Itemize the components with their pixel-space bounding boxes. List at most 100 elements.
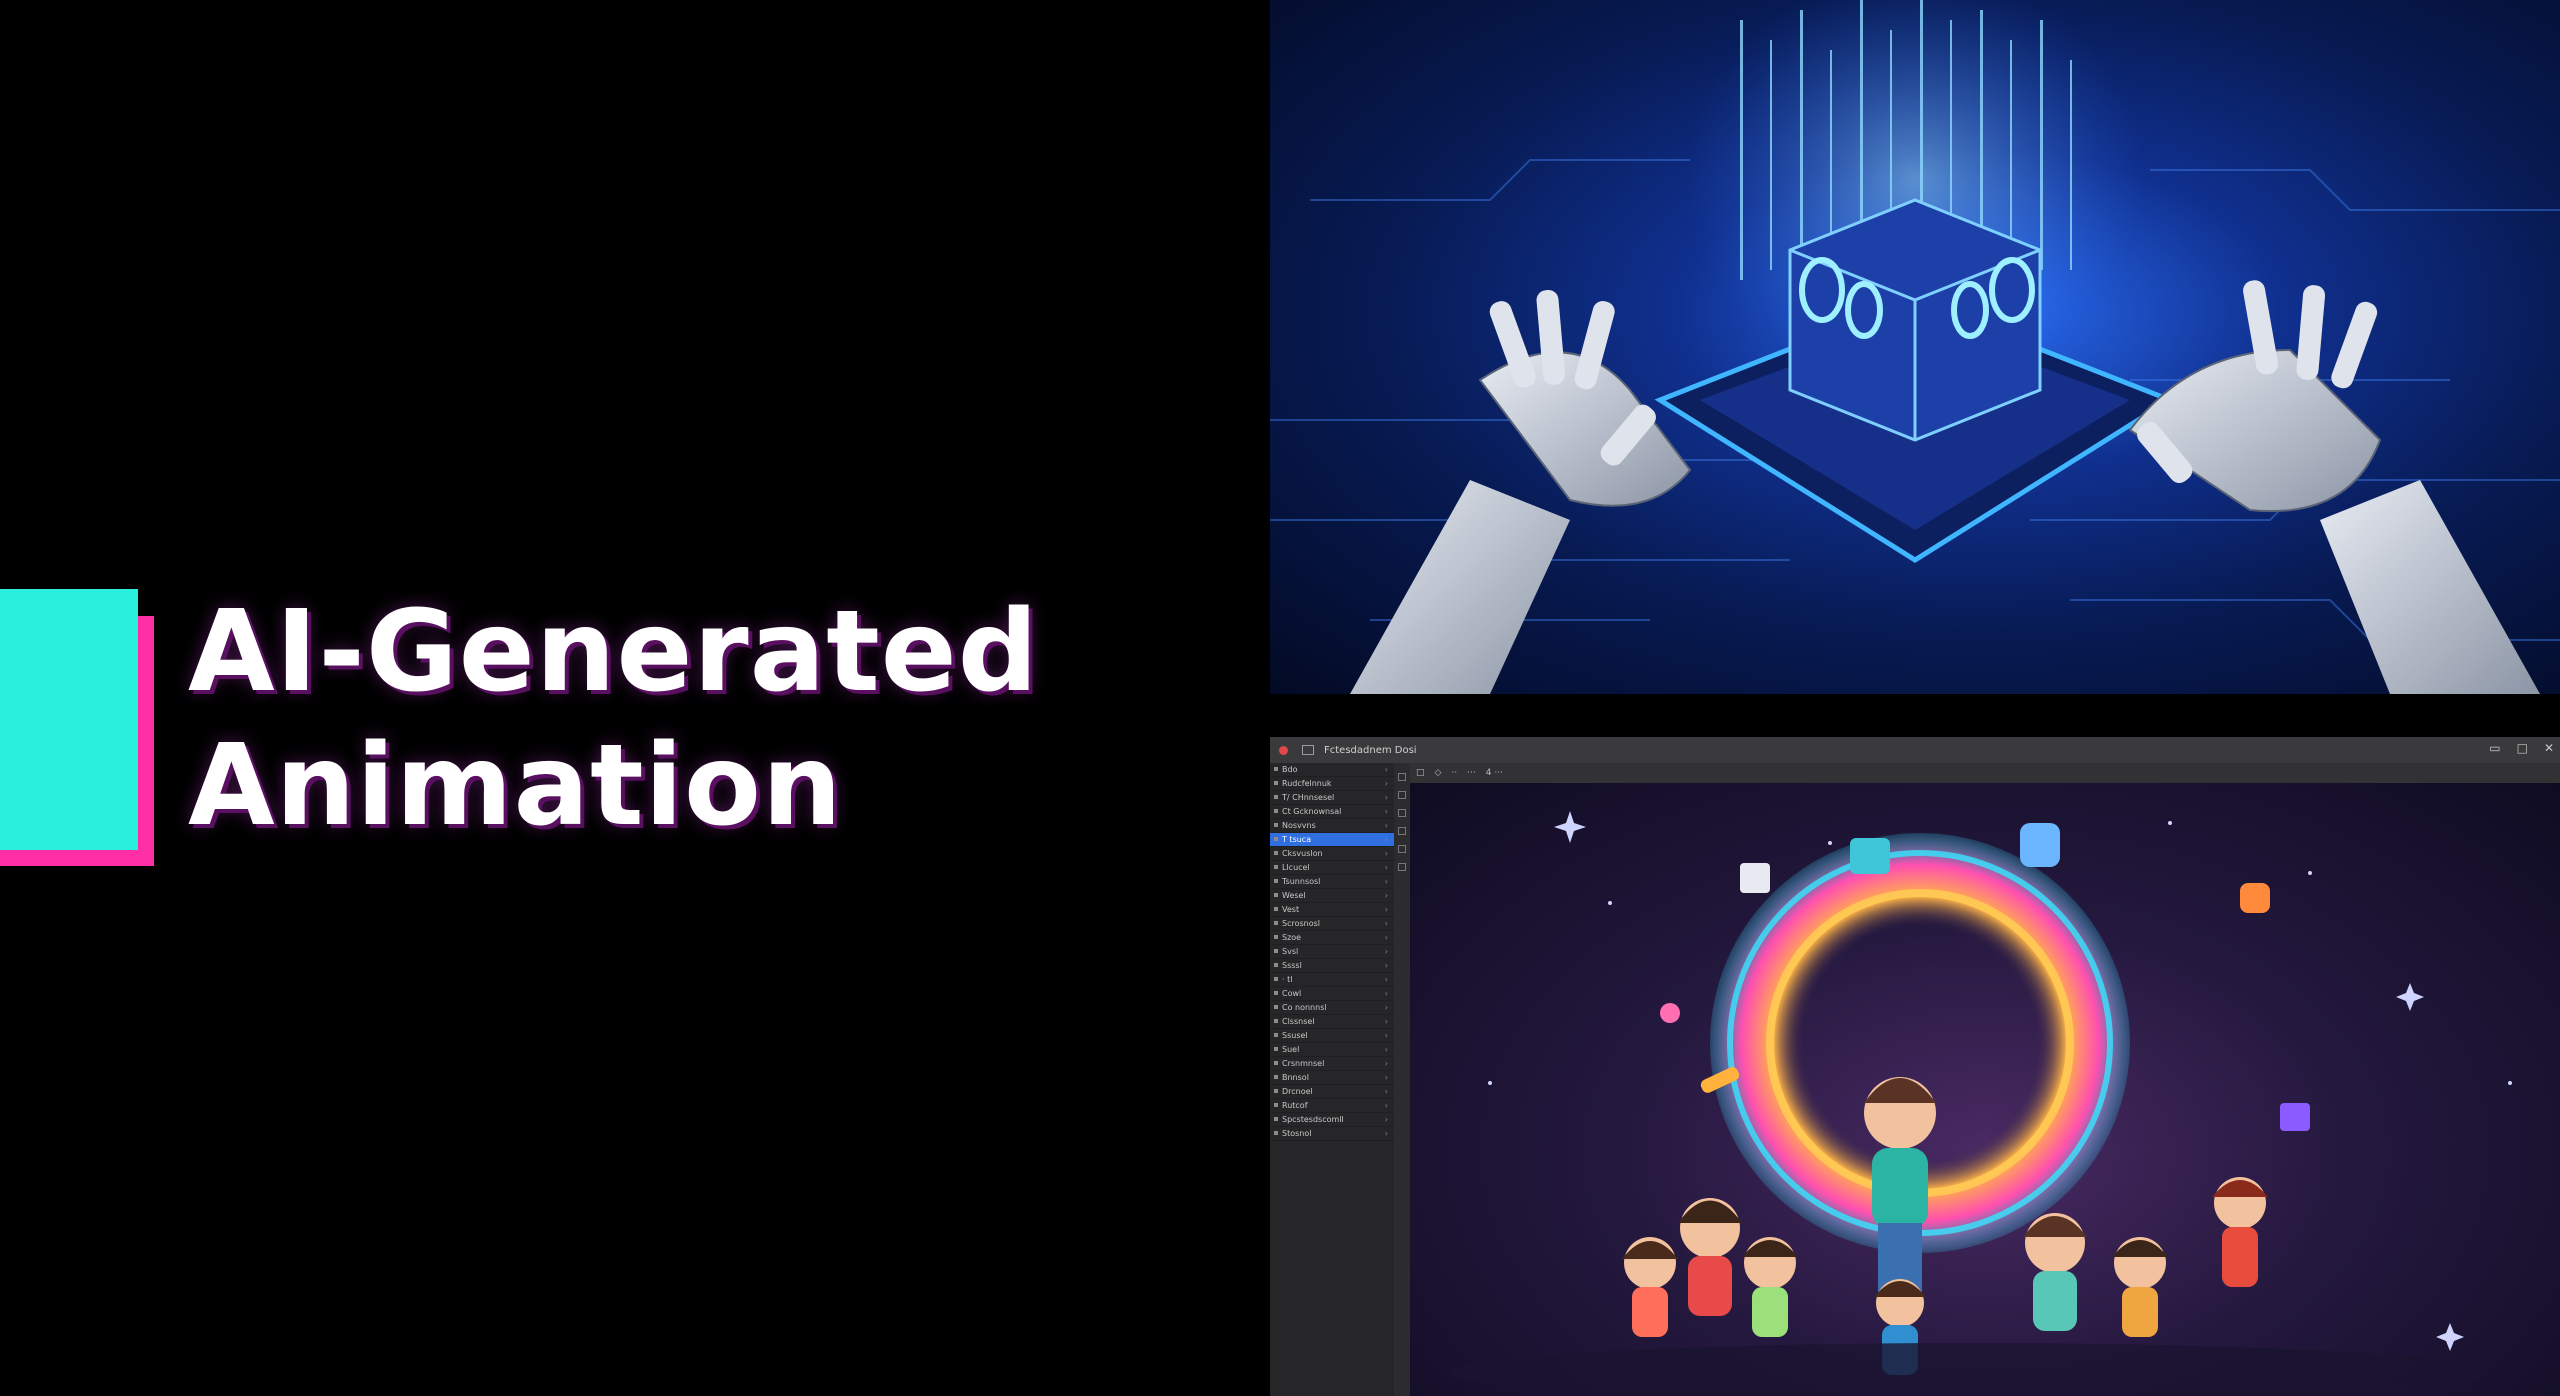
tool-icon[interactable] (1398, 809, 1406, 817)
layer-row-label: Wesel (1282, 891, 1306, 900)
chevron-right-icon[interactable]: › (1385, 1043, 1388, 1056)
chevron-right-icon[interactable]: › (1385, 791, 1388, 804)
toolbar-item[interactable]: ◇ (1435, 768, 1442, 778)
layer-row-label: Bnnsol (1282, 1073, 1309, 1082)
tool-icon[interactable] (1398, 827, 1406, 835)
layer-row[interactable]: Co nonnnsl › (1270, 1001, 1394, 1015)
layer-row[interactable]: Drcnoel › (1270, 1085, 1394, 1099)
chevron-right-icon[interactable]: › (1385, 1127, 1388, 1140)
chevron-right-icon[interactable]: › (1385, 1071, 1388, 1084)
window-icon (1302, 745, 1314, 755)
chevron-right-icon[interactable]: › (1385, 945, 1388, 958)
animation-app-window: Fctesdadnem Dosi ▭ □ ✕ Bdo › Rudcfelnnuk › T… (1270, 737, 2560, 1396)
layer-row-label: · tl (1282, 975, 1293, 984)
chevron-right-icon[interactable]: › (1385, 1085, 1388, 1098)
close-icon[interactable]: ✕ (2544, 741, 2554, 755)
toolbar-item[interactable]: ·· (1451, 768, 1457, 778)
toolbar-item[interactable]: □ (1416, 768, 1425, 778)
layer-row[interactable]: Wesel › (1270, 889, 1394, 903)
chevron-right-icon[interactable]: › (1385, 861, 1388, 874)
chevron-right-icon[interactable]: › (1385, 1099, 1388, 1112)
chevron-right-icon[interactable]: › (1385, 847, 1388, 860)
layer-row-label: Szoe (1282, 933, 1302, 942)
tool-icon[interactable] (1398, 863, 1406, 871)
layer-row[interactable]: Rutcof › (1270, 1099, 1394, 1113)
layer-row-label: Svsl (1282, 947, 1299, 956)
layer-row-label: Co nonnnsl (1282, 1003, 1327, 1012)
tool-strip (1394, 763, 1410, 1396)
layer-row-label: Tsunnsosl (1282, 877, 1321, 886)
layer-row-label: Vest (1282, 905, 1300, 914)
tool-icon[interactable] (1398, 773, 1406, 781)
title-line-2: Animation (188, 721, 843, 851)
layer-row-label: Suel (1282, 1045, 1300, 1054)
chevron-right-icon[interactable]: › (1385, 833, 1388, 846)
accent-block-cyan (0, 589, 138, 850)
layer-row[interactable]: Cowl › (1270, 987, 1394, 1001)
chevron-right-icon[interactable]: › (1385, 889, 1388, 902)
layer-row[interactable]: Cksvuslon › (1270, 847, 1394, 861)
layer-row-label: Spcstesdscomll (1282, 1115, 1344, 1124)
animation-canvas[interactable] (1410, 783, 2560, 1396)
minimize-icon[interactable]: ▭ (2489, 741, 2500, 755)
close-dot-icon[interactable] (1279, 745, 1288, 755)
layer-row-label: Cowl (1282, 989, 1302, 998)
chevron-right-icon[interactable]: › (1385, 959, 1388, 972)
layer-row[interactable]: Spcstesdscomll › (1270, 1113, 1394, 1127)
layer-row[interactable]: Szoe › (1270, 931, 1394, 945)
chevron-right-icon[interactable]: › (1385, 763, 1388, 776)
layer-row[interactable]: Ct Gcknownsal › (1270, 805, 1394, 819)
layer-row[interactable]: Bdo › (1270, 763, 1394, 777)
toolbar-item[interactable]: 4 ··· (1486, 768, 1503, 778)
page-title: AI-Generated Animation (188, 585, 1039, 853)
chevron-right-icon[interactable]: › (1385, 1057, 1388, 1070)
layer-row[interactable]: Crsnmnsel › (1270, 1057, 1394, 1071)
layer-row[interactable]: Clssnsel › (1270, 1015, 1394, 1029)
restore-icon[interactable]: □ (2517, 741, 2528, 755)
layer-row-label: Rudcfelnnuk (1282, 779, 1332, 788)
layer-row[interactable]: Rudcfelnnuk › (1270, 777, 1394, 791)
layer-row-label: Llcucel (1282, 863, 1310, 872)
robot-hands-chip-illustration (1270, 0, 2560, 694)
chevron-right-icon[interactable]: › (1385, 917, 1388, 930)
layer-row-label: Nosvvns (1282, 821, 1316, 830)
chevron-right-icon[interactable]: › (1385, 931, 1388, 944)
chevron-right-icon[interactable]: › (1385, 777, 1388, 790)
chevron-right-icon[interactable]: › (1385, 1015, 1388, 1028)
layer-row-label: Cksvuslon (1282, 849, 1323, 858)
layer-row[interactable]: Scrosnosl › (1270, 917, 1394, 931)
chevron-right-icon[interactable]: › (1385, 805, 1388, 818)
layer-row-label: Ct Gcknownsal (1282, 807, 1342, 816)
layer-row[interactable]: Svsl › (1270, 945, 1394, 959)
layer-row[interactable]: Bnnsol › (1270, 1071, 1394, 1085)
chevron-right-icon[interactable]: › (1385, 1113, 1388, 1126)
chevron-right-icon[interactable]: › (1385, 875, 1388, 888)
layer-row-label: Drcnoel (1282, 1087, 1313, 1096)
chevron-right-icon[interactable]: › (1385, 1001, 1388, 1014)
layer-row[interactable]: Llcucel › (1270, 861, 1394, 875)
layer-row[interactable]: · tl › (1270, 973, 1394, 987)
chevron-right-icon[interactable]: › (1385, 819, 1388, 832)
tool-icon[interactable] (1398, 791, 1406, 799)
layer-row-label: Crsnmnsel (1282, 1059, 1325, 1068)
layers-sidebar: Bdo › Rudcfelnnuk › T/ CHnnsesel › Ct Gcknowns… (1270, 763, 1395, 1396)
layer-row-label: Rutcof (1282, 1101, 1308, 1110)
layer-row[interactable]: Vest › (1270, 903, 1394, 917)
layer-row[interactable]: Ssusel › (1270, 1029, 1394, 1043)
layer-row[interactable]: T/ CHnnsesel › (1270, 791, 1394, 805)
toolbar-item[interactable]: ··· (1467, 768, 1476, 778)
tool-icon[interactable] (1398, 845, 1406, 853)
chevron-right-icon[interactable]: › (1385, 903, 1388, 916)
title-line-1: AI-Generated (188, 587, 1039, 717)
layer-row[interactable]: Nosvvns › (1270, 819, 1394, 833)
chevron-right-icon[interactable]: › (1385, 987, 1388, 1000)
layer-row[interactable]: Tsunnsosl › (1270, 875, 1394, 889)
layer-row[interactable]: Suel › (1270, 1043, 1394, 1057)
layer-row-label: Bdo (1282, 765, 1298, 774)
layer-row[interactable]: Stosnol › (1270, 1127, 1394, 1141)
chevron-right-icon[interactable]: › (1385, 1029, 1388, 1042)
chevron-right-icon[interactable]: › (1385, 973, 1388, 986)
layer-row[interactable]: T tsuca › (1270, 833, 1394, 847)
layer-row-label: Ssssl (1282, 961, 1302, 970)
layer-row[interactable]: Ssssl › (1270, 959, 1394, 973)
